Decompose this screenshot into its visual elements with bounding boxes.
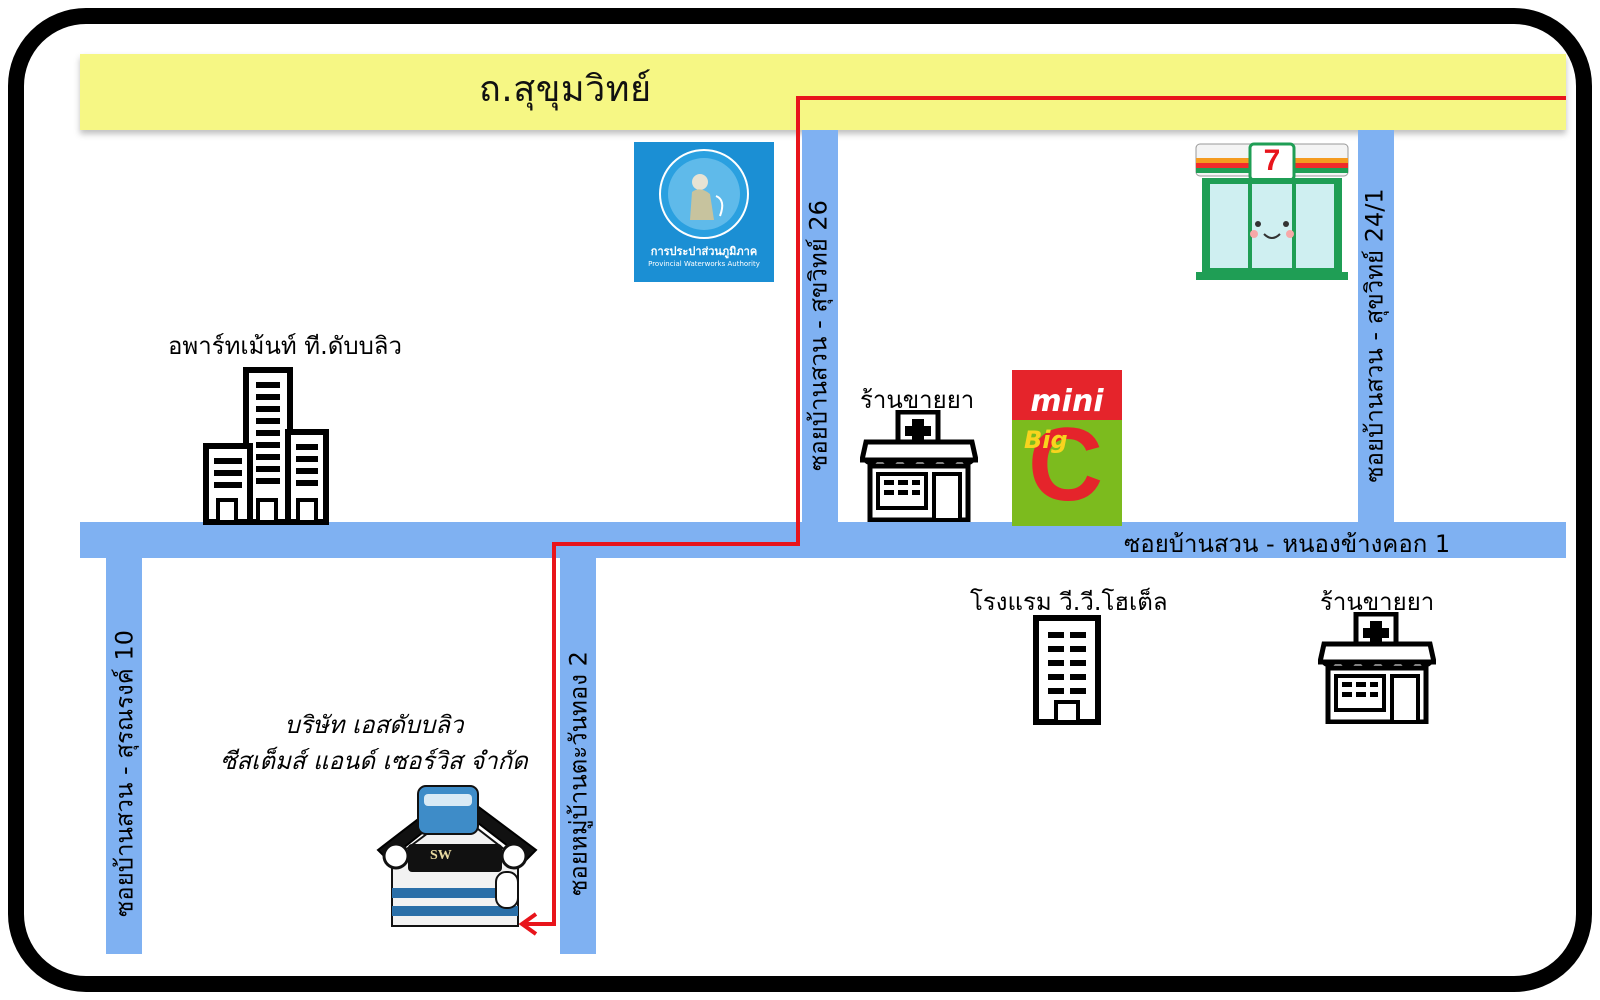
- big-text: Big: [1024, 426, 1068, 454]
- apartment-label: อพาร์ทเม้นท์ ที.ดับบลิว: [168, 332, 402, 360]
- apartment-building-icon: [203, 367, 329, 525]
- pwa-logo: การประปาส่วนภูมิภาค Provincial Waterwork…: [634, 142, 774, 282]
- pwa-logo-english: Provincial Waterworks Authority: [648, 260, 760, 268]
- mini-big-c-logo: mini C Big: [1012, 370, 1122, 526]
- seven-eleven-logo: 7: [1263, 144, 1281, 177]
- hotel-building-icon: [1033, 615, 1101, 725]
- company-house-icon: [376, 785, 538, 927]
- company-name-line1: บริษัท เอสดับบลิว: [284, 711, 464, 739]
- pharmacy-top-icon: [860, 410, 978, 522]
- pharmacy-bottom-icon: [1318, 612, 1436, 724]
- seven-eleven-store: 7: [1192, 142, 1352, 282]
- pwa-emblem-icon: [659, 149, 749, 239]
- company-name: บริษัท เอสดับบลิว ซีสเต็มส์ แอนด์ เซอร์ว…: [184, 707, 564, 779]
- pwa-logo-thai: การประปาส่วนภูมิภาค: [650, 245, 758, 258]
- map-frame: ถ.สุขุมวิทย์ ซอยบ้านสวน - สุขวิทย์ 26 ซอ…: [8, 8, 1592, 992]
- company-logo-text: SW: [430, 848, 452, 863]
- company-name-line2: ซีสเต็มส์ แอนด์ เซอร์วิส จำกัด: [220, 747, 528, 775]
